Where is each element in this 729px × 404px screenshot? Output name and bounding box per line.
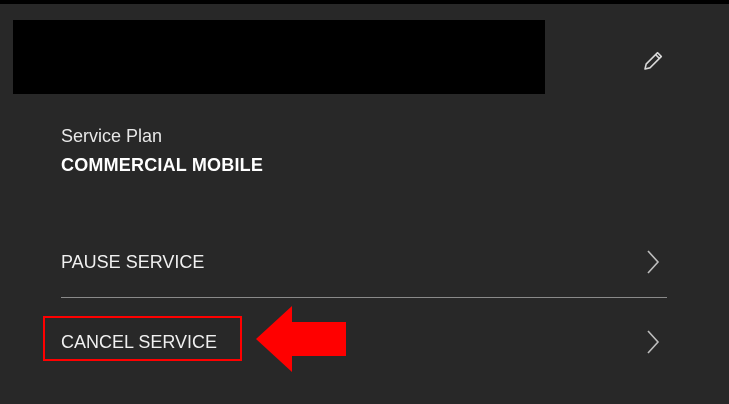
service-details-panel: Service Plan COMMERCIAL MOBILE PAUSE SER… (0, 0, 729, 404)
chevron-right-icon (641, 248, 665, 276)
pause-service-row[interactable]: PAUSE SERVICE (61, 242, 667, 282)
edit-button[interactable] (638, 46, 668, 76)
cancel-service-row[interactable]: CANCEL SERVICE (61, 322, 667, 362)
pause-service-label: PAUSE SERVICE (61, 251, 205, 272)
redacted-header-block (13, 20, 545, 94)
service-plan-value: COMMERCIAL MOBILE (61, 155, 264, 175)
chevron-right-icon (641, 328, 665, 356)
cancel-service-label: CANCEL SERVICE (61, 331, 218, 352)
pencil-icon (644, 51, 663, 70)
service-plan-label: Service Plan (61, 126, 163, 146)
divider (61, 297, 667, 298)
